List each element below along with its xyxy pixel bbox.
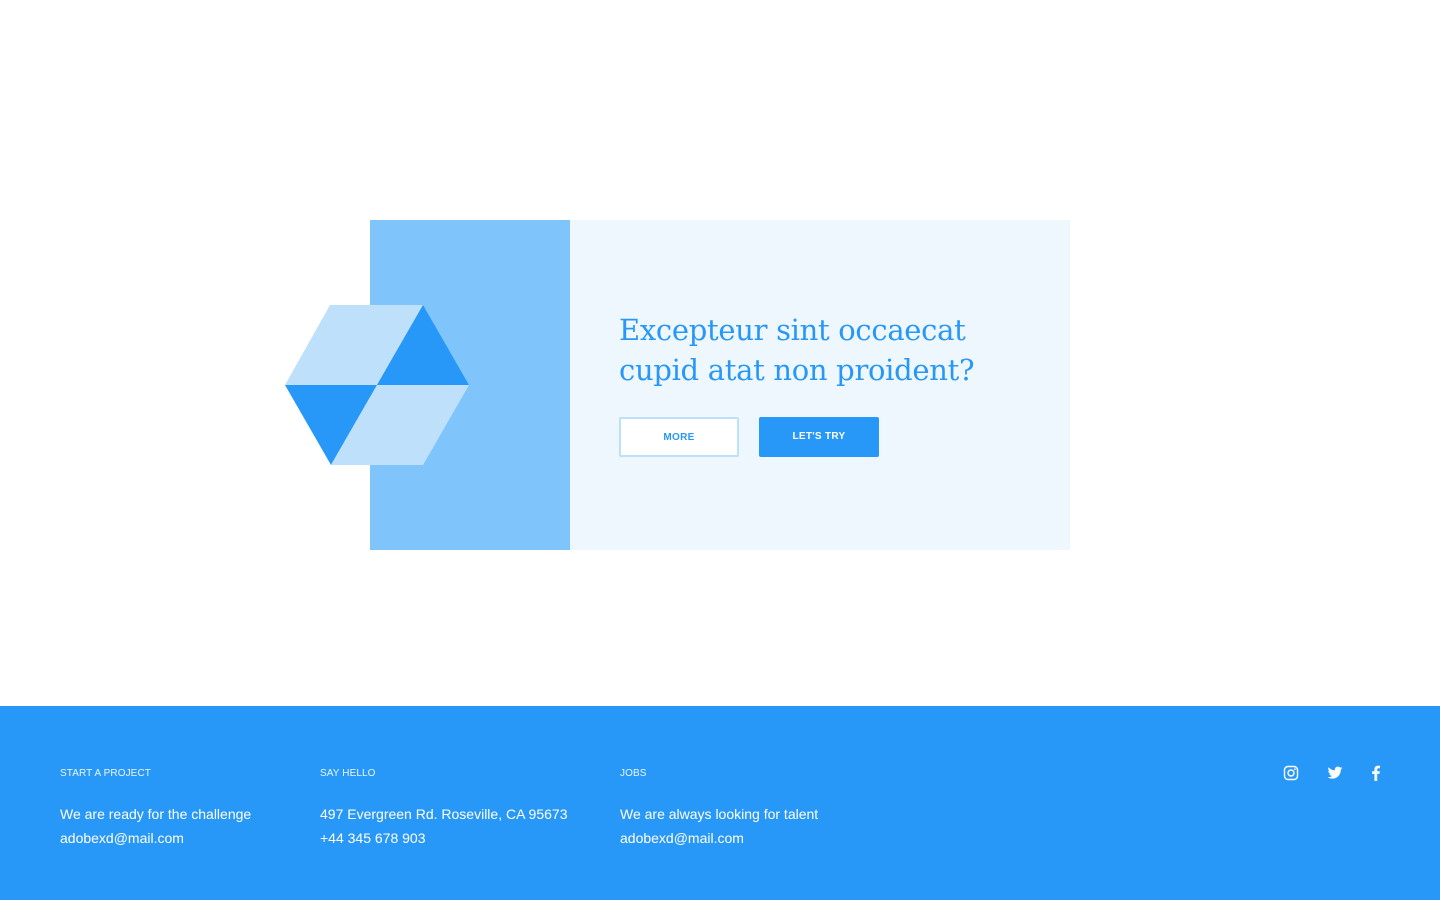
footer-email-link[interactable]: adobexd@mail.com [620,826,818,850]
lets-try-button[interactable]: LET'S TRY [759,417,879,457]
footer-phone[interactable]: +44 345 678 903 [320,826,567,850]
footer-column-title: START A PROJECT [60,768,151,779]
footer-column-start-project: START A PROJECT We are ready for the cha… [60,768,251,850]
more-button[interactable]: MORE [619,417,739,457]
cta-heading: Excepteur sint occaecat cupid atat non p… [619,313,975,387]
footer-column-title: SAY HELLO [320,768,376,779]
footer-address: 497 Evergreen Rd. Roseville, CA 95673 [320,806,568,822]
footer-column-say-hello: SAY HELLO 497 Evergreen Rd. Roseville, C… [320,768,567,850]
footer: START A PROJECT We are ready for the cha… [0,706,1440,900]
footer-column-text: We are always looking for talent [620,806,819,822]
page: Excepteur sint occaecat cupid atat non p… [0,0,1440,900]
twitter-icon[interactable] [1327,765,1343,781]
footer-column-title: JOBS [620,768,647,779]
facebook-icon[interactable] [1368,765,1384,781]
footer-column-jobs: JOBS We are always looking for talent ad… [620,768,818,850]
instagram-icon[interactable] [1283,765,1299,781]
cube-logo-icon [285,305,469,465]
footer-column-text: We are ready for the challenge [60,806,252,822]
footer-email-link[interactable]: adobexd@mail.com [60,826,251,850]
